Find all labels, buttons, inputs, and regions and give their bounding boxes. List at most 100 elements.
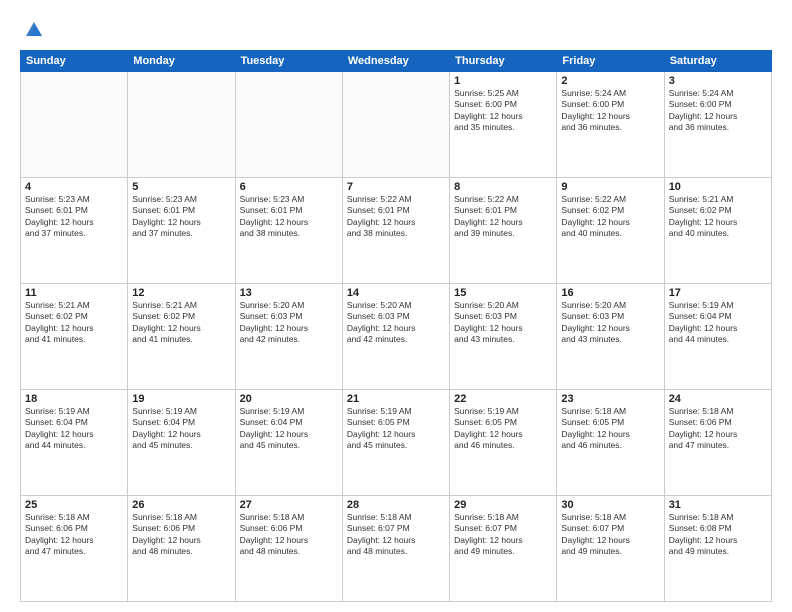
- day-content: Sunrise: 5:18 AMSunset: 6:06 PMDaylight:…: [132, 512, 230, 558]
- day-content: Sunrise: 5:19 AMSunset: 6:04 PMDaylight:…: [132, 406, 230, 452]
- table-row: 14Sunrise: 5:20 AMSunset: 6:03 PMDayligh…: [342, 284, 449, 390]
- table-row: [128, 72, 235, 178]
- table-row: 5Sunrise: 5:23 AMSunset: 6:01 PMDaylight…: [128, 178, 235, 284]
- table-row: 7Sunrise: 5:22 AMSunset: 6:01 PMDaylight…: [342, 178, 449, 284]
- day-content: Sunrise: 5:22 AMSunset: 6:02 PMDaylight:…: [561, 194, 659, 240]
- day-number: 2: [561, 75, 659, 87]
- day-content: Sunrise: 5:18 AMSunset: 6:06 PMDaylight:…: [25, 512, 123, 558]
- table-row: 8Sunrise: 5:22 AMSunset: 6:01 PMDaylight…: [450, 178, 557, 284]
- table-row: 3Sunrise: 5:24 AMSunset: 6:00 PMDaylight…: [664, 72, 771, 178]
- table-row: 4Sunrise: 5:23 AMSunset: 6:01 PMDaylight…: [21, 178, 128, 284]
- day-content: Sunrise: 5:24 AMSunset: 6:00 PMDaylight:…: [669, 88, 767, 134]
- table-row: [342, 72, 449, 178]
- calendar-table: Sunday Monday Tuesday Wednesday Thursday…: [20, 50, 772, 602]
- day-number: 5: [132, 181, 230, 193]
- day-number: 3: [669, 75, 767, 87]
- logo-icon: [22, 18, 46, 42]
- table-row: 17Sunrise: 5:19 AMSunset: 6:04 PMDayligh…: [664, 284, 771, 390]
- day-content: Sunrise: 5:18 AMSunset: 6:06 PMDaylight:…: [669, 406, 767, 452]
- day-content: Sunrise: 5:20 AMSunset: 6:03 PMDaylight:…: [454, 300, 552, 346]
- table-row: 31Sunrise: 5:18 AMSunset: 6:08 PMDayligh…: [664, 496, 771, 602]
- table-row: 28Sunrise: 5:18 AMSunset: 6:07 PMDayligh…: [342, 496, 449, 602]
- table-row: 9Sunrise: 5:22 AMSunset: 6:02 PMDaylight…: [557, 178, 664, 284]
- day-content: Sunrise: 5:18 AMSunset: 6:06 PMDaylight:…: [240, 512, 338, 558]
- day-content: Sunrise: 5:19 AMSunset: 6:04 PMDaylight:…: [669, 300, 767, 346]
- table-row: 12Sunrise: 5:21 AMSunset: 6:02 PMDayligh…: [128, 284, 235, 390]
- day-number: 6: [240, 181, 338, 193]
- table-row: 26Sunrise: 5:18 AMSunset: 6:06 PMDayligh…: [128, 496, 235, 602]
- table-row: 22Sunrise: 5:19 AMSunset: 6:05 PMDayligh…: [450, 390, 557, 496]
- day-number: 29: [454, 499, 552, 511]
- day-number: 13: [240, 287, 338, 299]
- day-content: Sunrise: 5:25 AMSunset: 6:00 PMDaylight:…: [454, 88, 552, 134]
- col-friday: Friday: [557, 51, 664, 72]
- day-content: Sunrise: 5:20 AMSunset: 6:03 PMDaylight:…: [561, 300, 659, 346]
- col-thursday: Thursday: [450, 51, 557, 72]
- day-content: Sunrise: 5:18 AMSunset: 6:07 PMDaylight:…: [347, 512, 445, 558]
- table-row: 19Sunrise: 5:19 AMSunset: 6:04 PMDayligh…: [128, 390, 235, 496]
- day-content: Sunrise: 5:21 AMSunset: 6:02 PMDaylight:…: [25, 300, 123, 346]
- table-row: 25Sunrise: 5:18 AMSunset: 6:06 PMDayligh…: [21, 496, 128, 602]
- day-number: 25: [25, 499, 123, 511]
- day-number: 17: [669, 287, 767, 299]
- table-row: 24Sunrise: 5:18 AMSunset: 6:06 PMDayligh…: [664, 390, 771, 496]
- table-row: 27Sunrise: 5:18 AMSunset: 6:06 PMDayligh…: [235, 496, 342, 602]
- day-content: Sunrise: 5:23 AMSunset: 6:01 PMDaylight:…: [132, 194, 230, 240]
- day-content: Sunrise: 5:20 AMSunset: 6:03 PMDaylight:…: [240, 300, 338, 346]
- header: [20, 18, 772, 42]
- day-content: Sunrise: 5:22 AMSunset: 6:01 PMDaylight:…: [347, 194, 445, 240]
- day-number: 1: [454, 75, 552, 87]
- table-row: 6Sunrise: 5:23 AMSunset: 6:01 PMDaylight…: [235, 178, 342, 284]
- day-content: Sunrise: 5:18 AMSunset: 6:05 PMDaylight:…: [561, 406, 659, 452]
- table-row: 29Sunrise: 5:18 AMSunset: 6:07 PMDayligh…: [450, 496, 557, 602]
- day-number: 4: [25, 181, 123, 193]
- day-number: 15: [454, 287, 552, 299]
- table-row: [21, 72, 128, 178]
- table-row: 30Sunrise: 5:18 AMSunset: 6:07 PMDayligh…: [557, 496, 664, 602]
- day-number: 19: [132, 393, 230, 405]
- day-content: Sunrise: 5:20 AMSunset: 6:03 PMDaylight:…: [347, 300, 445, 346]
- day-number: 7: [347, 181, 445, 193]
- table-row: [235, 72, 342, 178]
- col-saturday: Saturday: [664, 51, 771, 72]
- calendar-week-row: 1Sunrise: 5:25 AMSunset: 6:00 PMDaylight…: [21, 72, 772, 178]
- day-number: 23: [561, 393, 659, 405]
- day-number: 21: [347, 393, 445, 405]
- calendar-week-row: 18Sunrise: 5:19 AMSunset: 6:04 PMDayligh…: [21, 390, 772, 496]
- day-number: 10: [669, 181, 767, 193]
- calendar-week-row: 25Sunrise: 5:18 AMSunset: 6:06 PMDayligh…: [21, 496, 772, 602]
- day-content: Sunrise: 5:21 AMSunset: 6:02 PMDaylight:…: [132, 300, 230, 346]
- calendar-week-row: 4 Sunrise: 5:23 AMSunset: 6:01 PMDaylight…: [21, 178, 772, 284]
- table-row: 21Sunrise: 5:19 AMSunset: 6:05 PMDayligh…: [342, 390, 449, 496]
- day-number: 11: [25, 287, 123, 299]
- day-content: Sunrise: 5:19 AMSunset: 6:05 PMDaylight:…: [454, 406, 552, 452]
- day-content: Sunrise: 5:24 AMSunset: 6:00 PMDaylight:…: [561, 88, 659, 134]
- day-number: 30: [561, 499, 659, 511]
- day-number: 20: [240, 393, 338, 405]
- day-content: Sunrise: 5:18 AMSunset: 6:07 PMDaylight:…: [561, 512, 659, 558]
- page: Sunday Monday Tuesday Wednesday Thursday…: [0, 0, 792, 612]
- table-row: 1Sunrise: 5:25 AMSunset: 6:00 PMDaylight…: [450, 72, 557, 178]
- table-row: 18Sunrise: 5:19 AMSunset: 6:04 PMDayligh…: [21, 390, 128, 496]
- day-number: 12: [132, 287, 230, 299]
- day-content: Sunrise: 5:21 AMSunset: 6:02 PMDaylight:…: [669, 194, 767, 240]
- day-number: 24: [669, 393, 767, 405]
- day-number: 26: [132, 499, 230, 511]
- table-row: 11Sunrise: 5:21 AMSunset: 6:02 PMDayligh…: [21, 284, 128, 390]
- day-number: 16: [561, 287, 659, 299]
- day-content: Sunrise: 5:23 AMSunset: 6:01 PMDaylight:…: [240, 194, 338, 240]
- day-content: Sunrise: 5:19 AMSunset: 6:05 PMDaylight:…: [347, 406, 445, 452]
- day-number: 9: [561, 181, 659, 193]
- table-row: 10Sunrise: 5:21 AMSunset: 6:02 PMDayligh…: [664, 178, 771, 284]
- col-tuesday: Tuesday: [235, 51, 342, 72]
- day-content: Sunrise: 5:22 AMSunset: 6:01 PMDaylight:…: [454, 194, 552, 240]
- header-row: Sunday Monday Tuesday Wednesday Thursday…: [21, 51, 772, 72]
- calendar-week-row: 11Sunrise: 5:21 AMSunset: 6:02 PMDayligh…: [21, 284, 772, 390]
- day-content: Sunrise: 5:19 AMSunset: 6:04 PMDaylight:…: [240, 406, 338, 452]
- table-row: 23Sunrise: 5:18 AMSunset: 6:05 PMDayligh…: [557, 390, 664, 496]
- table-row: 15Sunrise: 5:20 AMSunset: 6:03 PMDayligh…: [450, 284, 557, 390]
- col-monday: Monday: [128, 51, 235, 72]
- col-sunday: Sunday: [21, 51, 128, 72]
- day-number: 27: [240, 499, 338, 511]
- day-number: 8: [454, 181, 552, 193]
